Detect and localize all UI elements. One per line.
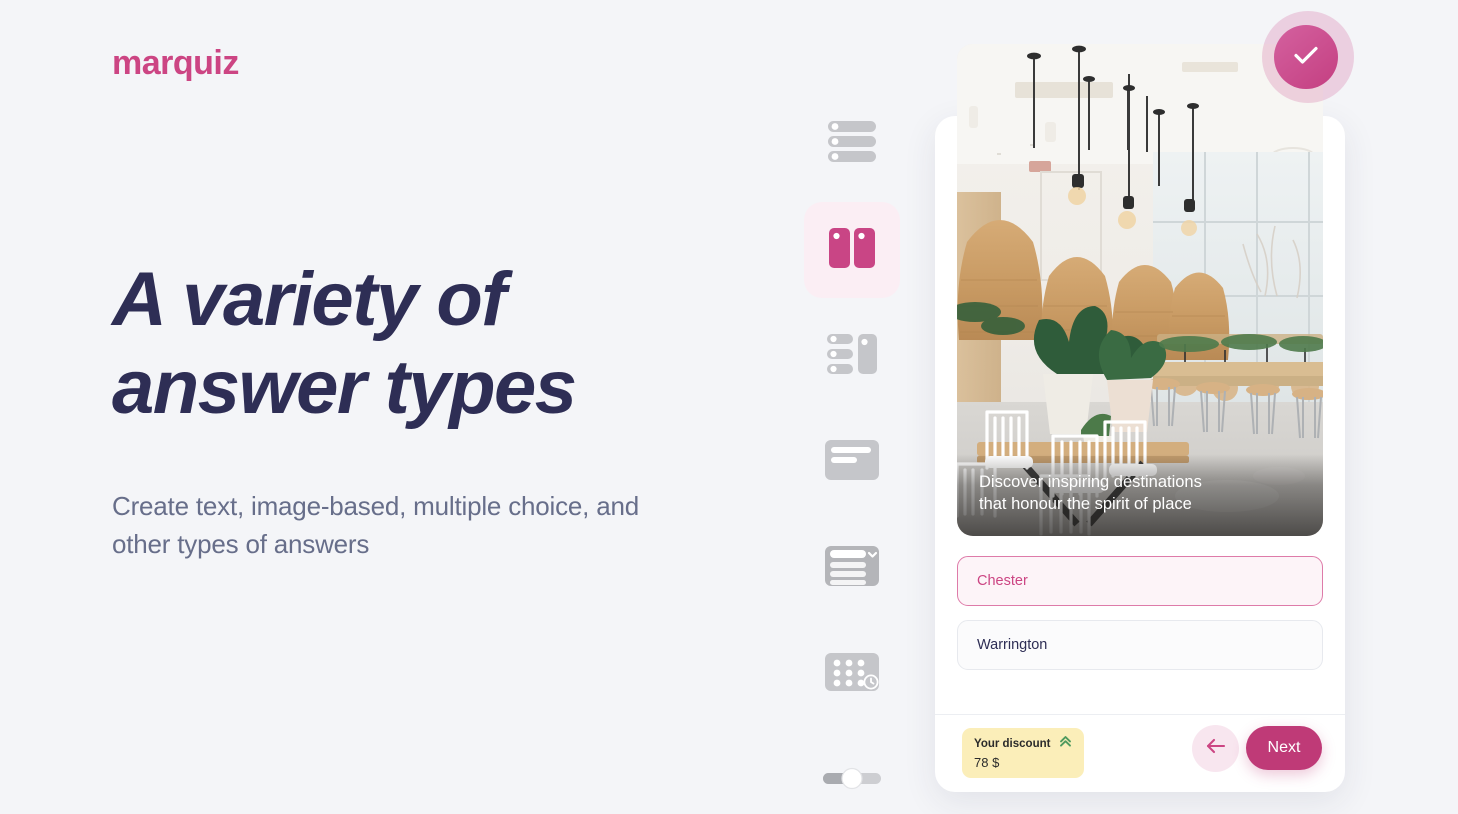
keypad-time-icon <box>823 651 881 698</box>
sidebar-item-text-input[interactable] <box>804 414 900 510</box>
text-input-icon <box>823 438 881 487</box>
toggle-slider-icon <box>821 765 883 796</box>
discount-label: Your discount <box>974 738 1051 750</box>
answer-option-label: Chester <box>977 573 1028 589</box>
check-icon <box>1293 45 1319 70</box>
list-with-image-icon <box>824 331 880 382</box>
discount-value: 78 $ <box>974 755 1000 770</box>
page-title: A variety of answer types <box>112 256 772 432</box>
sidebar-item-dropdown[interactable] <box>804 520 900 616</box>
sidebar-item-image-cards[interactable] <box>804 202 900 298</box>
answer-option-chester[interactable]: Chester <box>957 556 1323 606</box>
headline-line-2: answer types <box>112 345 577 431</box>
quiz-media-image: Discover inspiring destinations that hon… <box>957 44 1323 536</box>
sidebar-item-toggle-slider[interactable] <box>804 732 900 814</box>
page-root: marquiz A variety of answer types Create… <box>0 0 1458 814</box>
media-caption-line-2: that honour the spirit of place <box>979 495 1192 514</box>
sidebar-item-keypad-time[interactable] <box>804 626 900 722</box>
selected-check-badge[interactable] <box>1274 25 1338 89</box>
back-arrow-icon <box>1205 737 1227 760</box>
next-button[interactable]: Next <box>1246 726 1322 770</box>
discount-badge: Your discount 78 $ <box>962 728 1085 778</box>
image-cards-icon <box>826 225 878 276</box>
headline-line-1: A variety of <box>112 257 507 342</box>
sidebar-item-list-radio[interactable] <box>804 96 900 192</box>
sidebar-item-list-with-image[interactable] <box>804 308 900 404</box>
dropdown-icon <box>823 544 881 593</box>
media-caption-line-1: Discover inspiring destinations <box>979 473 1202 492</box>
brand-logo[interactable]: marquiz <box>112 44 239 83</box>
answer-option-label: Warrington <box>977 637 1048 653</box>
back-button[interactable] <box>1192 725 1239 772</box>
list-radio-icon <box>824 118 880 171</box>
card-divider <box>935 714 1345 715</box>
answer-type-rail <box>800 96 904 814</box>
double-chevron-up-icon <box>1059 735 1072 753</box>
answer-options-list: Chester Warrington <box>957 556 1323 684</box>
media-caption: Discover inspiring destinations that hon… <box>957 454 1323 536</box>
answer-option-warrington[interactable]: Warrington <box>957 620 1323 670</box>
page-subtitle: Create text, image-based, multiple choic… <box>112 491 639 559</box>
